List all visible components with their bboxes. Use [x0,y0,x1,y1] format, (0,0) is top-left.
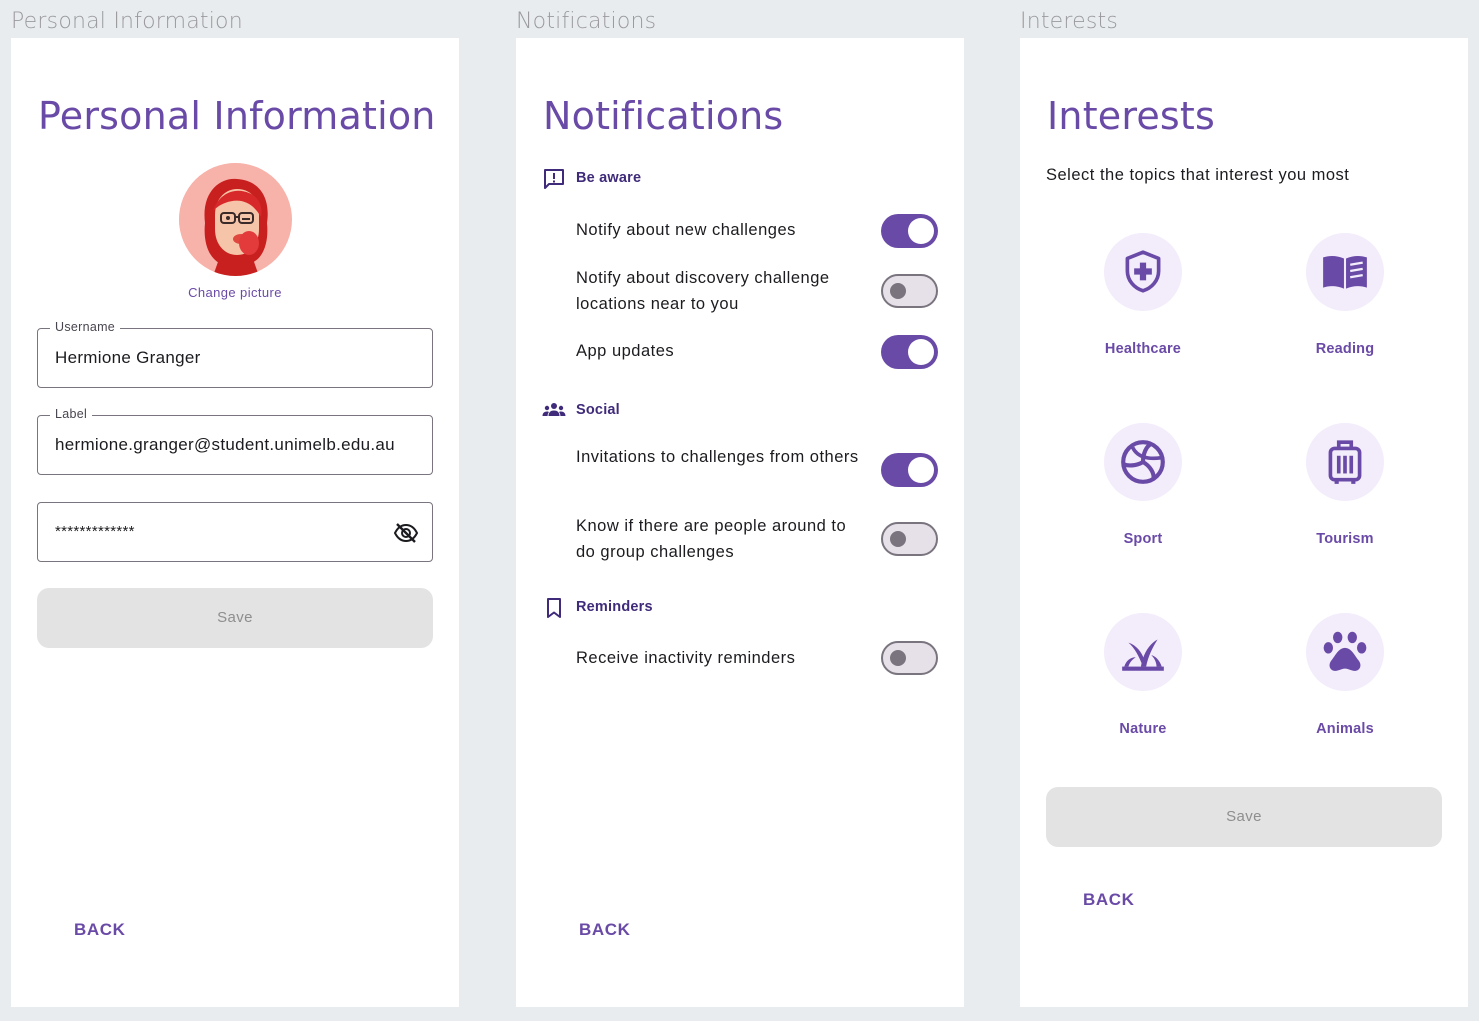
shield-plus-icon [1125,250,1161,293]
interest-healthcare[interactable]: Healthcare [1063,233,1223,357]
report-icon [544,169,564,189]
toggle-invitations[interactable] [881,453,938,487]
username-label: Username [50,320,121,334]
interest-icon-bg [1104,233,1182,311]
interest-icon-bg [1306,613,1384,691]
interest-icon-bg [1306,233,1384,311]
back-button[interactable]: BACK [579,920,631,940]
frame-label-interests: Interests [1020,9,1119,34]
groups-icon [542,403,566,416]
interest-label: Animals [1316,721,1374,737]
paw-icon [1323,631,1367,671]
row-label-invitations: Invitations to challenges from others [576,448,859,466]
interest-label: Healthcare [1104,341,1182,357]
row-label-inactivity-reminders: Receive inactivity reminders [576,649,796,667]
username-field[interactable]: Username Hermione Granger [37,320,433,388]
interest-icon-bg [1104,423,1182,501]
password-field[interactable]: ************* [37,502,433,562]
back-button[interactable]: BACK [1083,890,1135,910]
page-title: Personal Information [38,94,436,138]
row-label-new-challenges: Notify about new challenges [576,221,796,239]
page-title: Interests [1047,94,1216,138]
avatar[interactable] [179,163,292,276]
interest-label: Tourism [1316,531,1374,547]
toggle-new-challenges[interactable] [881,214,938,248]
frame-label-notifications: Notifications [516,9,657,34]
back-button[interactable]: BACK [74,920,126,940]
section-label: Be aware [576,170,642,186]
row-label-discovery-locations: Notify about discovery challenge locatio… [576,269,830,313]
volleyball-icon [1121,440,1165,484]
personal-information-screen: Personal Information Change picture User… [11,38,459,1007]
notifications-screen: Notifications Be aware Notify about new … [516,38,964,1007]
toggle-inactivity-reminders[interactable] [881,641,938,675]
change-picture-link[interactable]: Change picture [11,285,459,300]
email-value: hermione.granger@student.unimelb.edu.au [55,435,395,454]
email-label: Label [50,407,93,421]
interests-subtitle: Select the topics that interest you most [1046,166,1350,184]
interest-label: Nature [1119,721,1167,737]
row-label-app-updates: App updates [576,342,675,360]
interest-animals[interactable]: Animals [1265,613,1425,737]
book-icon [1323,255,1367,289]
page-title: Notifications [543,94,784,138]
visibility-off-icon[interactable] [393,521,419,545]
interest-sport[interactable]: Sport [1063,423,1223,547]
toggle-discovery-locations[interactable] [881,274,938,308]
password-value: ************* [55,523,135,540]
row-label-group-challenges: Know if there are people around to do gr… [576,517,847,561]
frame-label-personal: Personal Information [11,9,243,34]
section-label: Reminders [576,599,653,615]
save-button[interactable]: Save [1046,787,1442,847]
username-value: Hermione Granger [55,348,201,367]
section-label: Social [576,402,620,418]
email-field[interactable]: Label hermione.granger@student.unimelb.e… [37,407,433,475]
bookmark-icon [547,598,561,618]
interests-screen: Interests Select the topics that interes… [1020,38,1468,1007]
toggle-app-updates[interactable] [881,335,938,369]
grass-icon [1122,639,1164,671]
interest-label: Sport [1123,531,1163,547]
interest-nature[interactable]: Nature [1063,613,1223,737]
interest-tourism[interactable]: Tourism [1265,423,1425,547]
interest-icon-bg [1306,423,1384,501]
interest-reading[interactable]: Reading [1265,233,1425,357]
interest-label: Reading [1315,341,1375,357]
interest-icon-bg [1104,613,1182,691]
luggage-icon [1328,440,1362,484]
save-button[interactable]: Save [37,588,433,648]
memoji-avatar-image [179,163,291,276]
toggle-group-challenges[interactable] [881,522,938,556]
